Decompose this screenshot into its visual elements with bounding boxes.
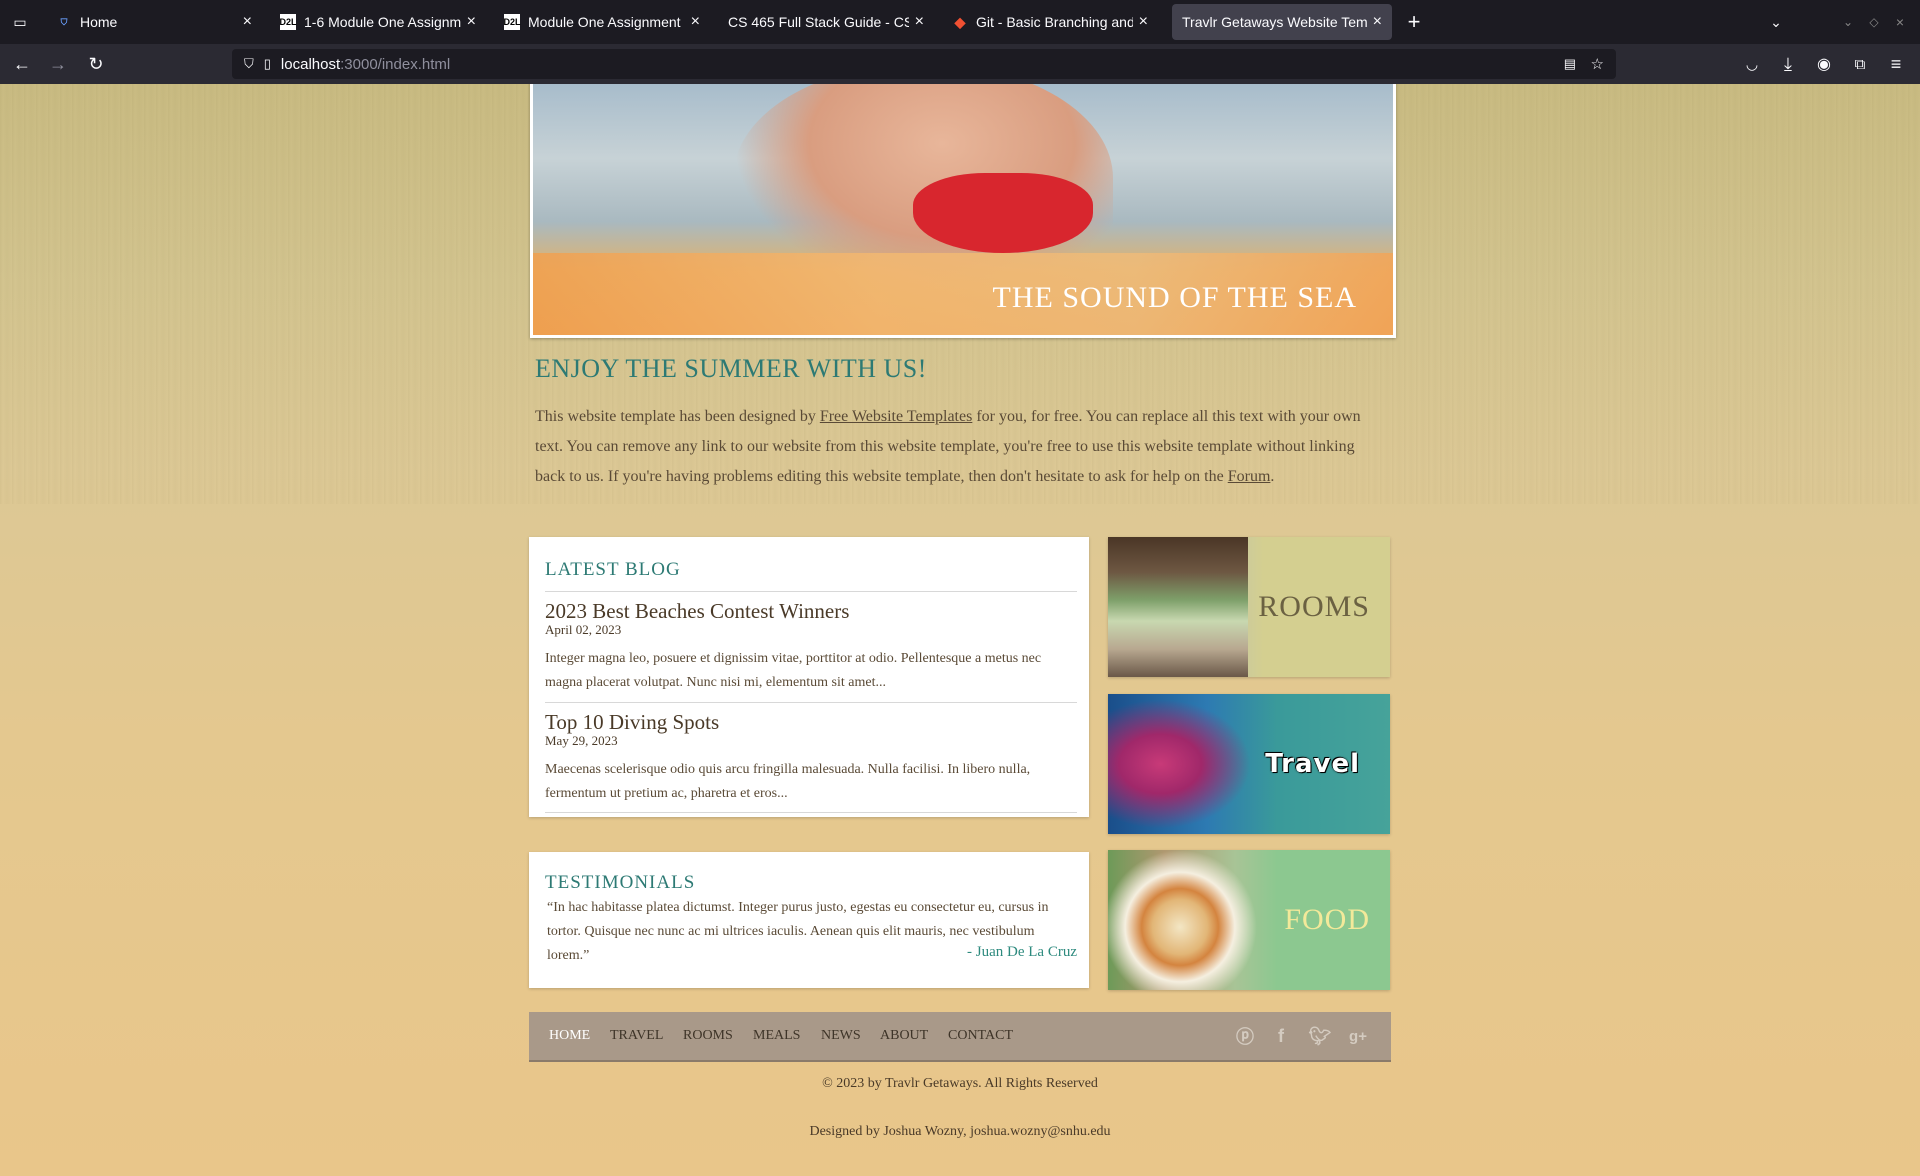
divider (545, 591, 1077, 592)
intro-text-3: . (1270, 468, 1275, 485)
latest-blog-card: LATEST BLOG 2023 Best Beaches Contest Wi… (529, 537, 1089, 817)
account-icon[interactable]: ◉ (1812, 52, 1836, 76)
designer-credit: Designed by Joshua Wozny, joshua.wozny@s… (809, 1124, 1111, 1139)
browser-nav-bar: ← → ↻ ⛉ ▯ localhost:3000/index.html ▤ ☆ … (0, 44, 1920, 84)
intro-text-1: This website template has been designed … (535, 408, 820, 425)
hero-caption: THE SOUND OF THE SEA (992, 281, 1357, 314)
downloads-icon[interactable]: ⤓ (1776, 52, 1800, 76)
pocket-icon[interactable]: ◡ (1740, 52, 1764, 76)
rooms-tile[interactable]: ROOMS (1108, 537, 1390, 677)
browser-tab-bar: ▭ ⛉ Home × D2L 1-6 Module One Assignme ×… (0, 0, 1920, 44)
footer-nav-meals[interactable]: MEALS (753, 1028, 800, 1044)
close-window-icon[interactable]: × (1888, 10, 1912, 34)
tab-git[interactable]: ◆ Git - Basic Branching and M × (942, 4, 1158, 40)
blog-post-title[interactable]: Top 10 Diving Spots (545, 710, 719, 735)
rooms-image (1108, 537, 1248, 677)
pinterest-icon[interactable]: ⓟ (1233, 1024, 1257, 1048)
tab-title: Home (80, 14, 118, 30)
tab-module-one[interactable]: D2L Module One Assignment C × (494, 4, 710, 40)
blog-post-title[interactable]: 2023 Best Beaches Contest Winners (545, 599, 849, 624)
forward-icon[interactable]: → (46, 52, 70, 76)
url-bar[interactable]: ⛉ ▯ localhost:3000/index.html ▤ ☆ (232, 49, 1616, 79)
web-page: THE SOUND OF THE SEA ENJOY THE SUMMER WI… (0, 84, 1920, 1176)
tab-title: Module One Assignment C (528, 14, 685, 30)
intro-heading: ENJOY THE SUMMER WITH US! (535, 354, 927, 383)
food-label: FOOD (1284, 903, 1370, 936)
testimonials-card: TESTIMONIALS “In hac habitasse platea di… (529, 852, 1089, 988)
url-host: localhost (280, 55, 341, 73)
shield-icon: ⛉ (244, 56, 254, 71)
hero-banner: THE SOUND OF THE SEA (530, 84, 1396, 338)
travel-coral-image (1108, 694, 1258, 834)
tab-title: Travlr Getaways Website Temp (1182, 14, 1367, 30)
bookmark-star-icon[interactable]: ☆ (1591, 55, 1604, 73)
tab-travlr[interactable]: Travlr Getaways Website Temp × (1172, 4, 1392, 40)
testimonial-author: - Juan De La Cruz (967, 944, 1077, 960)
minimize-icon[interactable]: ⌄ (1836, 10, 1860, 34)
hero-swimsuit-shape (913, 173, 1093, 253)
close-tab-icon[interactable]: × (467, 13, 476, 31)
new-tab-icon[interactable]: + (1402, 9, 1426, 34)
google-plus-icon[interactable]: g+ (1346, 1024, 1370, 1048)
footer-nav-travel[interactable]: TRAVEL (610, 1028, 663, 1044)
close-tab-icon[interactable]: × (1139, 13, 1148, 31)
free-website-templates-link[interactable]: Free Website Templates (820, 408, 973, 425)
extensions-icon[interactable]: ⧉ (1848, 52, 1872, 76)
maximize-icon[interactable]: ◇ (1862, 10, 1886, 34)
close-tab-icon[interactable]: × (1373, 13, 1382, 31)
footer-nav-home[interactable]: HOME (549, 1028, 590, 1044)
footer-nav-contact[interactable]: CONTACT (948, 1028, 1013, 1044)
tab-cs465-guide[interactable]: CS 465 Full Stack Guide - CS 46 × (718, 4, 934, 40)
forum-link[interactable]: Forum (1228, 468, 1271, 485)
page-icon: ▯ (263, 56, 271, 71)
divider (545, 812, 1077, 813)
d2l-favicon-icon: D2L (504, 14, 521, 30)
reload-icon[interactable]: ↻ (84, 52, 108, 76)
latest-blog-heading: LATEST BLOG (545, 559, 681, 580)
tab-title: 1-6 Module One Assignme (304, 14, 461, 30)
footer-nav-bar: HOME TRAVEL ROOMS MEALS NEWS ABOUT CONTA… (529, 1012, 1391, 1062)
copyright-text: © 2023 by Travlr Getaways. All Rights Re… (822, 1076, 1098, 1091)
tab-list-icon[interactable]: ▭ (8, 10, 32, 34)
intro-paragraph: This website template has been designed … (535, 402, 1375, 492)
list-all-tabs-icon[interactable]: ⌄ (1764, 10, 1788, 34)
reader-view-icon[interactable]: ▤ (1564, 56, 1576, 72)
food-tile[interactable]: FOOD (1108, 850, 1390, 990)
close-tab-icon[interactable]: × (691, 13, 700, 31)
footer-nav-about[interactable]: ABOUT (880, 1028, 928, 1044)
travel-label: Travel (1265, 749, 1360, 779)
menu-icon[interactable]: ≡ (1884, 52, 1908, 76)
travel-tile[interactable]: Travel (1108, 694, 1390, 834)
blog-post-date: May 29, 2023 (545, 733, 618, 748)
facebook-icon[interactable]: f (1269, 1024, 1293, 1048)
tab-home[interactable]: ⛉ Home × (46, 4, 262, 40)
back-icon[interactable]: ← (10, 52, 34, 76)
git-favicon-icon: ◆ (954, 13, 966, 30)
footer-nav-rooms[interactable]: ROOMS (683, 1028, 733, 1044)
d2l-favicon-icon: D2L (280, 14, 297, 30)
footer-nav-news[interactable]: NEWS (821, 1028, 861, 1044)
divider (545, 702, 1077, 703)
blog-post-excerpt: Integer magna leo, posuere et dignissim … (545, 651, 1042, 690)
testimonials-heading: TESTIMONIALS (545, 872, 696, 893)
url-path: :3000/index.html (340, 55, 451, 73)
blog-post-date: April 02, 2023 (545, 622, 622, 637)
tab-module-assignment[interactable]: D2L 1-6 Module One Assignme × (270, 4, 486, 40)
food-plate-image (1108, 850, 1258, 990)
blog-post-excerpt: Maecenas scelerisque odio quis arcu frin… (545, 762, 1031, 801)
tab-title: Git - Basic Branching and M (976, 14, 1133, 30)
close-tab-icon[interactable]: × (243, 13, 252, 31)
shield-favicon-icon: ⛉ (60, 16, 68, 27)
close-tab-icon[interactable]: × (915, 13, 924, 31)
tab-title: CS 465 Full Stack Guide - CS 46 (728, 14, 909, 30)
twitter-icon[interactable]: 🐦︎ (1308, 1024, 1332, 1048)
rooms-label: ROOMS (1258, 590, 1370, 623)
